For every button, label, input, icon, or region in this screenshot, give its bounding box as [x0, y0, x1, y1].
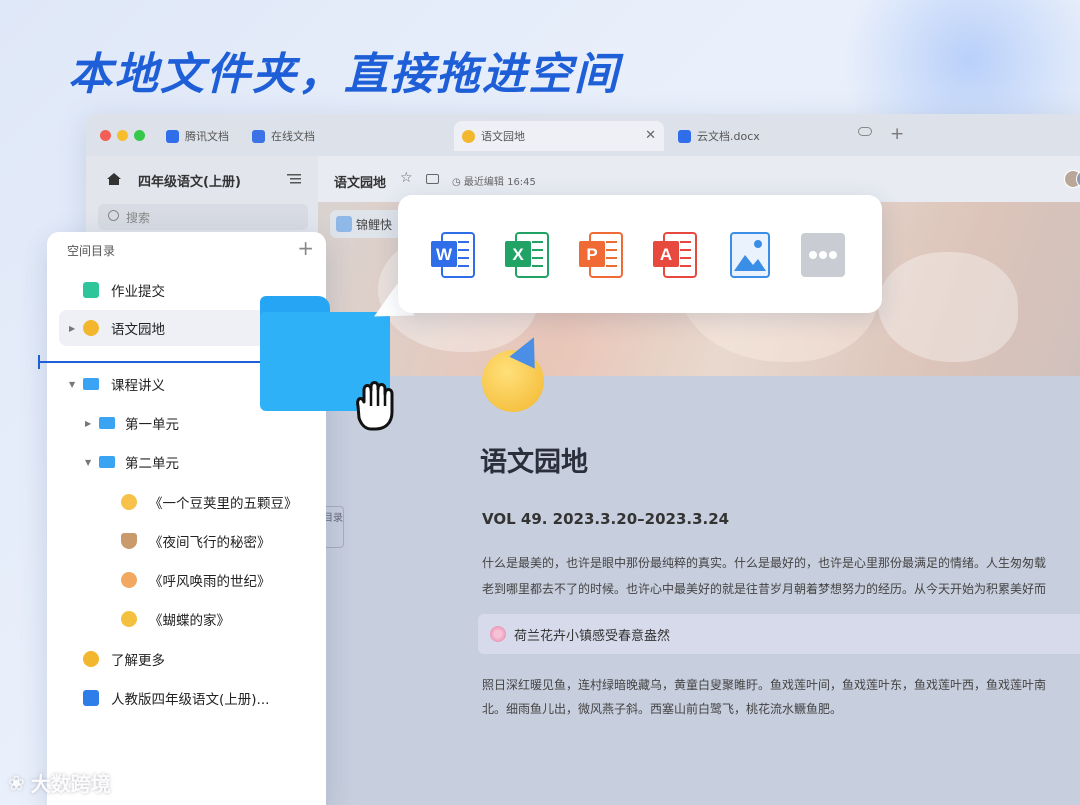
coffee-emoji-icon	[121, 533, 137, 549]
tree-item-lesson[interactable]: 《一个豆荚里的五颗豆》	[47, 484, 326, 520]
tree-item-lesson[interactable]: 《夜间飞行的秘密》	[47, 523, 326, 559]
watermark-logo-icon: ❀	[8, 770, 25, 795]
cloud-icon[interactable]	[858, 127, 872, 136]
caret-down-icon[interactable]: ▼	[85, 458, 91, 467]
paragraph-line: 老到哪里都去不了的时候。也许心中最美好的就是往昔岁月朝着梦想努力的经历。从今天开…	[482, 582, 1047, 596]
cat-emoji-icon	[121, 572, 137, 588]
document-header-title: 语文园地	[334, 176, 387, 191]
tencent-docs-icon	[166, 129, 179, 143]
paragraph-line: 什么是最美的，也许是眼中那份最纯粹的真实。什么是最好的，也许是心里那份最满足的情…	[482, 556, 1047, 570]
svg-text:P: P	[586, 245, 597, 264]
word-icon	[678, 129, 691, 143]
star-icon[interactable]: ☆	[400, 170, 413, 186]
caret-right-icon[interactable]: ▶	[69, 324, 75, 333]
tree-item-unit-two[interactable]: ▼ 第二单元	[47, 444, 326, 480]
pdf-icon[interactable]: A	[652, 231, 698, 279]
svg-text:X: X	[512, 245, 524, 264]
svg-text:A: A	[660, 245, 672, 264]
list-icon[interactable]	[286, 172, 302, 186]
sun-emoji-icon	[121, 494, 137, 510]
homework-icon	[83, 282, 99, 298]
tab-online-docs[interactable]: 在线文档	[244, 121, 323, 151]
tab-yuwen-yuandi[interactable]: 语文园地 ✕	[454, 121, 664, 151]
document-title: 语文园地	[480, 447, 588, 478]
document-vol: VOL 49. 2023.3.20–2023.3.24	[482, 510, 730, 528]
minimize-window-button[interactable]	[117, 130, 128, 141]
search-icon	[108, 210, 119, 221]
close-window-button[interactable]	[100, 130, 111, 141]
link-icon	[83, 690, 99, 706]
panel-header: 空间目录	[67, 244, 116, 258]
drop-indicator	[38, 361, 264, 363]
paragraph-line: 北。细雨鱼儿出，微风燕子斜。西塞山前白鹭飞，桃花流水鳜鱼肥。	[482, 702, 843, 716]
tab-tencent-docs[interactable]: 腾讯文档	[158, 121, 237, 151]
home-icon[interactable]	[106, 172, 122, 186]
sleepy-emoji-icon	[121, 611, 137, 627]
party-emoji-icon	[83, 651, 99, 667]
flower-icon	[490, 626, 506, 642]
tree-item-link[interactable]: 人教版四年级语文(上册)...	[47, 680, 326, 716]
search-input[interactable]: 搜索	[98, 204, 308, 230]
folder-icon	[99, 417, 115, 429]
edit-status: ◷ 最近编辑 16:45	[452, 177, 536, 188]
title-bar: 腾讯文档 在线文档 语文园地 ✕ 云文档.docx +	[86, 114, 1080, 156]
image-icon[interactable]	[726, 231, 772, 279]
caret-right-icon[interactable]: ▶	[85, 419, 91, 428]
paragraph-line: 照日深红暖见鱼，连村绿暗晚藏乌，黄童白叟聚睢盱。鱼戏莲叶间，鱼戏莲叶东，鱼戏莲叶…	[482, 678, 1047, 692]
folder-icon	[83, 378, 99, 390]
tab-cloud-docx[interactable]: 云文档.docx	[670, 121, 768, 151]
caret-down-icon[interactable]: ▼	[69, 380, 75, 389]
doc-icon	[252, 129, 265, 143]
tree-item-lesson[interactable]: 《蝴蝶的家》	[47, 601, 326, 637]
close-tab-icon[interactable]: ✕	[645, 128, 656, 143]
tree-item-learn-more[interactable]: 了解更多	[47, 641, 326, 677]
party-emoji-icon	[83, 320, 99, 336]
fish-icon	[336, 216, 352, 232]
add-item-button[interactable]: +	[297, 236, 314, 260]
party-emoji-icon	[462, 129, 475, 143]
excel-icon[interactable]: X	[504, 231, 550, 279]
maximize-window-button[interactable]	[134, 130, 145, 141]
powerpoint-icon[interactable]: P	[578, 231, 624, 279]
more-icon[interactable]	[800, 231, 846, 279]
quote-block: 荷兰花卉小镇感受春意盎然	[478, 614, 1080, 654]
headline: 本地文件夹，直接拖进空间	[68, 49, 620, 100]
word-icon[interactable]: W	[430, 231, 476, 279]
tree-item-lesson[interactable]: 《呼风唤雨的世纪》	[47, 562, 326, 598]
folder-outline-icon[interactable]	[426, 174, 439, 184]
folder-icon	[99, 456, 115, 468]
watermark: ❀ 大数跨境	[8, 770, 111, 797]
grab-hand-icon	[356, 381, 394, 431]
svg-text:W: W	[436, 245, 453, 264]
space-title: 四年级语文(上册)	[138, 175, 241, 190]
new-tab-button[interactable]: +	[890, 124, 904, 144]
